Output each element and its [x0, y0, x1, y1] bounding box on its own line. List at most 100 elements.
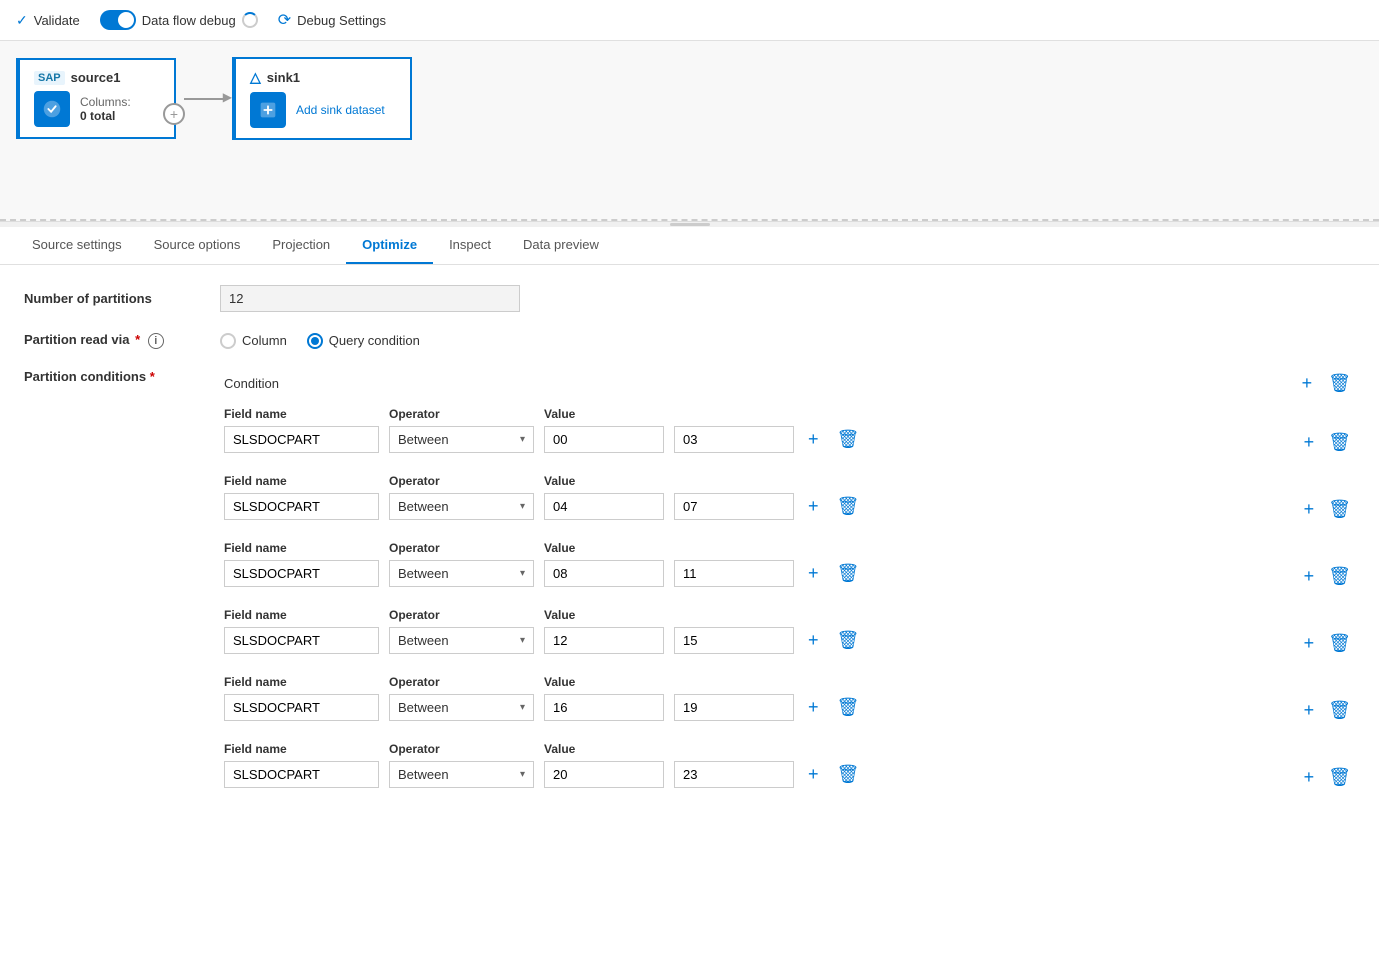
condition-inputs-5: Between ▾ + 🗑	[224, 760, 1280, 789]
operator-select-3[interactable]: Between ▾	[389, 627, 534, 654]
conditions-wrapper: Condition + 🗑 Field name Operator Valu	[224, 369, 1355, 808]
partition-read-via-row: Partition read via * i Column Query cond…	[24, 332, 1355, 349]
value2-col-label-3	[674, 607, 794, 622]
tab-inspect[interactable]: Inspect	[433, 227, 507, 264]
debug-settings-button[interactable]: ⟳ Debug Settings	[278, 10, 386, 30]
condition-rows-container: Field name Operator Value Between ▾	[224, 406, 1355, 792]
tab-data-preview[interactable]: Data preview	[507, 227, 615, 264]
value1-input-1[interactable]	[544, 493, 664, 520]
value2-input-5[interactable]	[674, 761, 794, 788]
condition-row-3: Field name Operator Value Between ▾	[224, 607, 1355, 658]
add-row-button-3[interactable]: +	[1300, 629, 1319, 658]
delete-inner-button-0[interactable]: 🗑	[833, 425, 864, 454]
operator-col-label-1: Operator	[389, 473, 534, 488]
tab-optimize[interactable]: Optimize	[346, 227, 433, 264]
operator-select-4[interactable]: Between ▾	[389, 694, 534, 721]
delete-row-button-4[interactable]: 🗑	[1324, 696, 1355, 725]
condition-inputs-2: Between ▾ + 🗑	[224, 559, 1280, 588]
add-row-button-2[interactable]: +	[1300, 562, 1319, 591]
debug-toggle-switch[interactable]	[100, 10, 136, 30]
operator-select-0[interactable]: Between ▾	[389, 426, 534, 453]
delete-inner-button-5[interactable]: 🗑	[833, 760, 864, 789]
add-inner-button-4[interactable]: +	[804, 693, 823, 722]
delete-row-button-5[interactable]: 🗑	[1324, 763, 1355, 792]
value2-input-2[interactable]	[674, 560, 794, 587]
operator-value-1: Between	[398, 499, 449, 514]
value1-input-3[interactable]	[544, 627, 664, 654]
add-inner-button-3[interactable]: +	[804, 626, 823, 655]
operator-select-5[interactable]: Between ▾	[389, 761, 534, 788]
field-name-col-label-2: Field name	[224, 540, 379, 555]
conditions-required-star: *	[150, 369, 155, 384]
add-condition-row-button-top[interactable]: +	[1298, 369, 1317, 398]
condition-row-0: Field name Operator Value Between ▾	[224, 406, 1355, 457]
condition-labels-1: Field name Operator Value	[224, 473, 1280, 488]
radio-query-condition[interactable]: Query condition	[307, 333, 420, 349]
num-partitions-input[interactable]	[220, 285, 520, 312]
condition-header-text: Condition	[224, 376, 279, 391]
value1-input-0[interactable]	[544, 426, 664, 453]
value-col-label-3: Value	[544, 607, 664, 622]
add-inner-button-1[interactable]: +	[804, 492, 823, 521]
source-node[interactable]: SAP source1 Columns: 0 total +	[16, 58, 176, 139]
field-name-input-2[interactable]	[224, 560, 379, 587]
info-icon[interactable]: i	[148, 333, 164, 349]
dataflow-debug-toggle[interactable]: Data flow debug	[100, 10, 258, 30]
sink-node-body: Add sink dataset	[250, 92, 396, 128]
delete-row-button-3[interactable]: 🗑	[1324, 629, 1355, 658]
radio-query-circle	[307, 333, 323, 349]
add-inner-button-2[interactable]: +	[804, 559, 823, 588]
source-add-plus[interactable]: +	[163, 103, 185, 125]
add-row-button-0[interactable]: +	[1300, 428, 1319, 457]
delete-inner-button-1[interactable]: 🗑	[833, 492, 864, 521]
add-inner-button-5[interactable]: +	[804, 760, 823, 789]
field-name-input-3[interactable]	[224, 627, 379, 654]
condition-row-inner-3: Field name Operator Value Between ▾	[224, 607, 1280, 655]
divider-handle	[670, 223, 710, 226]
delete-inner-button-2[interactable]: 🗑	[833, 559, 864, 588]
sink-node[interactable]: △ sink1 Add sink dataset	[232, 57, 412, 140]
operator-value-5: Between	[398, 767, 449, 782]
add-row-button-5[interactable]: +	[1300, 763, 1319, 792]
delete-row-button-0[interactable]: 🗑	[1324, 428, 1355, 457]
radio-column[interactable]: Column	[220, 333, 287, 349]
value1-input-5[interactable]	[544, 761, 664, 788]
add-row-button-1[interactable]: +	[1300, 495, 1319, 524]
operator-chevron-icon-4: ▾	[520, 702, 525, 713]
tab-source-settings[interactable]: Source settings	[16, 227, 138, 264]
value2-input-1[interactable]	[674, 493, 794, 520]
field-name-input-5[interactable]	[224, 761, 379, 788]
add-row-button-4[interactable]: +	[1300, 696, 1319, 725]
field-name-input-1[interactable]	[224, 493, 379, 520]
value1-input-4[interactable]	[544, 694, 664, 721]
condition-inputs-3: Between ▾ + 🗑	[224, 626, 1280, 655]
value2-input-3[interactable]	[674, 627, 794, 654]
field-name-col-label-4: Field name	[224, 674, 379, 689]
field-name-col-label-3: Field name	[224, 607, 379, 622]
operator-value-4: Between	[398, 700, 449, 715]
delete-row-button-1[interactable]: 🗑	[1324, 495, 1355, 524]
value1-input-2[interactable]	[544, 560, 664, 587]
condition-row-inner-1: Field name Operator Value Between ▾	[224, 473, 1280, 521]
operator-value-3: Between	[398, 633, 449, 648]
tab-projection[interactable]: Projection	[256, 227, 346, 264]
tab-source-options[interactable]: Source options	[138, 227, 257, 264]
field-name-input-4[interactable]	[224, 694, 379, 721]
value2-input-0[interactable]	[674, 426, 794, 453]
delete-row-button-2[interactable]: 🗑	[1324, 562, 1355, 591]
condition-labels-2: Field name Operator Value	[224, 540, 1280, 555]
value2-col-label-5	[674, 741, 794, 756]
operator-col-label-2: Operator	[389, 540, 534, 555]
field-name-input-0[interactable]	[224, 426, 379, 453]
sink-node-info: Add sink dataset	[296, 103, 385, 117]
delete-inner-button-4[interactable]: 🗑	[833, 693, 864, 722]
delete-condition-row-button-top[interactable]: 🗑	[1324, 369, 1355, 398]
partition-conditions-section: Partition conditions * Condition + 🗑	[24, 369, 1355, 808]
delete-inner-button-3[interactable]: 🗑	[833, 626, 864, 655]
sink-node-header: △ sink1	[250, 69, 396, 86]
validate-button[interactable]: ✓ Validate	[16, 12, 80, 29]
operator-select-2[interactable]: Between ▾	[389, 560, 534, 587]
value2-input-4[interactable]	[674, 694, 794, 721]
add-inner-button-0[interactable]: +	[804, 425, 823, 454]
operator-select-1[interactable]: Between ▾	[389, 493, 534, 520]
